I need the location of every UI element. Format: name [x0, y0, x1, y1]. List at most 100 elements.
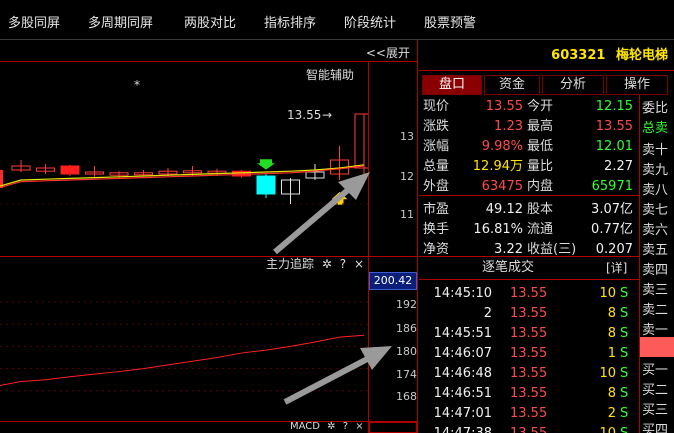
tick-volume: 8 — [607, 386, 616, 401]
tick-row: 14:47:38 13.55 10 S — [420, 424, 640, 433]
tick-price: 13.55 — [510, 424, 547, 433]
quote-value: 2.27 — [604, 159, 633, 174]
ticks-detail-link[interactable]: [详] — [606, 258, 627, 278]
quote-row: 总量 12.94万 量比 2.27 — [423, 157, 637, 177]
tick-time: 14:46:51 — [433, 386, 492, 401]
tab-funds[interactable]: 资金 — [484, 75, 540, 95]
quote-row: 涨跌 1.23 最高 13.55 — [423, 117, 637, 137]
quote-row: 外盘 63475 内盘 65971 — [423, 177, 637, 197]
quote-row: 净资 3.22 收益(三) 0.207 — [423, 240, 637, 260]
quote-value: 12.01 — [595, 139, 633, 154]
ticks-header: 逐笔成交 [详] — [420, 258, 640, 278]
tick-price: 13.55 — [510, 386, 548, 401]
tick-time: 14:45:10 — [433, 286, 492, 301]
divider — [419, 279, 639, 280]
tick-direction: S — [620, 366, 629, 381]
tick-volume: 8 — [607, 326, 616, 341]
tick-direction: S — [620, 326, 629, 341]
quote-label: 量比 — [527, 159, 554, 174]
tick-price: 13.55 — [510, 346, 548, 361]
quote-value: 1.23 — [494, 119, 523, 134]
quote-label: 现价 — [423, 99, 450, 114]
quote-label: 涨跌 — [423, 119, 450, 134]
orderbook-sell-level[interactable]: 卖八 — [642, 179, 668, 198]
orderbook-sell-level[interactable]: 卖二 — [642, 299, 668, 318]
tick-direction: S — [620, 424, 628, 433]
divider — [419, 256, 639, 257]
quote-row: 市盈 49.12 股本 3.07亿 — [423, 200, 637, 220]
orderbook-sell-level[interactable]: 卖五 — [642, 239, 668, 258]
quote-label: 外盘 — [423, 179, 450, 194]
quote-label: 总量 — [423, 159, 450, 174]
tick-price: 13.55 — [510, 326, 548, 341]
tick-row: 2 13.55 8 S — [420, 304, 640, 324]
tick-direction: S — [620, 386, 629, 401]
quote-row: 现价 13.55 今开 12.15 — [423, 97, 637, 117]
tick-price: 13.55 — [510, 306, 548, 321]
quote-label: 股本 — [527, 202, 554, 217]
tick-time: 2 — [483, 306, 492, 321]
tick-row: 14:47:01 13.55 2 S — [420, 404, 640, 424]
quote-value: 9.98% — [481, 139, 523, 154]
orderbook-total-sell[interactable]: 总卖 — [642, 117, 668, 136]
quote-label: 最低 — [527, 139, 554, 154]
annotation-arrow-upper — [273, 181, 357, 255]
quote-value: 49.12 — [485, 202, 523, 217]
tick-time: 14:46:48 — [433, 366, 492, 381]
orderbook-sell-level[interactable]: 卖十 — [642, 139, 668, 158]
quote-label: 收益(三) — [527, 242, 577, 257]
ticks-title: 逐笔成交 — [482, 260, 535, 275]
orderbook-sell-level[interactable]: 卖六 — [642, 219, 668, 238]
orderbook-buy-level[interactable]: 买四 — [642, 419, 668, 433]
quote-label: 涨幅 — [423, 139, 450, 154]
tick-time: 14:45:51 — [433, 326, 492, 341]
quote-label: 内盘 — [527, 179, 554, 194]
tick-price: 13.55 — [510, 366, 548, 381]
orderbook-sell-level[interactable]: 卖七 — [642, 199, 668, 218]
divider — [419, 195, 639, 196]
tick-time: 14:47:01 — [433, 406, 492, 421]
quote-value: 13.55 — [595, 119, 633, 134]
orderbook-sell-level[interactable]: 卖三 — [642, 279, 668, 298]
tick-volume: 10 — [599, 286, 616, 301]
stock-name: 梅轮电梯 — [615, 48, 668, 63]
orderbook: 委比 总卖卖十 卖九 卖八 卖七 卖六 卖五 卖四 卖三 卖二 卖一买一 买二 买三 买四 — [640, 95, 674, 433]
stock-title: 603321 梅轮电梯 — [0, 44, 674, 63]
stock-code: 603321 — [551, 48, 606, 63]
orderbook-sell-level[interactable]: 卖九 — [642, 159, 668, 178]
annotation-arrow-lower — [283, 352, 377, 405]
tick-row: 14:45:51 13.55 8 S — [420, 324, 640, 344]
tick-volume: 8 — [607, 306, 616, 321]
orderbook-buy-level[interactable]: 买三 — [642, 399, 668, 418]
quote-label: 今开 — [527, 99, 554, 114]
quote-value: 3.22 — [494, 242, 523, 257]
tick-direction: S — [620, 346, 629, 361]
quote-row: 换手 16.81% 流通 0.77亿 — [423, 220, 637, 240]
quote-value: 65971 — [591, 179, 633, 194]
orderbook-sell-level[interactable]: 卖一 — [642, 319, 668, 338]
quote-label: 流通 — [527, 222, 554, 237]
tab-orderbook[interactable]: 盘口 — [422, 75, 482, 95]
quote-value: 13.55 — [485, 99, 523, 114]
orderbook-highlight — [640, 337, 674, 357]
quote-label: 换手 — [423, 222, 450, 237]
tick-row: 14:46:07 13.55 1 S — [420, 344, 640, 364]
tick-direction: S — [620, 286, 629, 301]
orderbook-ratio-label[interactable]: 委比 — [642, 97, 668, 116]
quote-value: 12.94万 — [472, 159, 523, 174]
quote-label: 市盈 — [423, 202, 450, 217]
tick-row: 14:46:48 13.55 10 S — [420, 364, 640, 384]
tick-price: 13.55 — [510, 406, 548, 421]
tab-bar: 盘口 资金 分析 操作 — [420, 75, 674, 95]
tick-time: 14:46:07 — [433, 346, 492, 361]
tab-analysis[interactable]: 分析 — [542, 75, 604, 95]
divider — [419, 70, 674, 71]
orderbook-sell-level[interactable]: 卖四 — [642, 259, 668, 278]
tab-operate[interactable]: 操作 — [606, 75, 668, 95]
orderbook-buy-level[interactable]: 买一 — [642, 359, 668, 378]
tick-volume: 2 — [607, 406, 616, 421]
quote-label: 最高 — [527, 119, 554, 134]
tick-time: 14:47:38 — [434, 424, 492, 433]
orderbook-buy-level[interactable]: 买二 — [642, 379, 668, 398]
quote-value: 12.15 — [595, 99, 633, 114]
